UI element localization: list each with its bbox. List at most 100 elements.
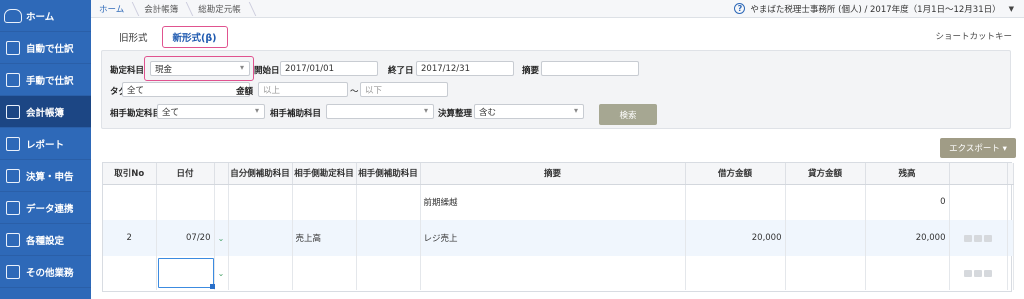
data-link-icon — [6, 200, 20, 215]
col-header-balance[interactable]: 残高 — [865, 163, 950, 185]
attach-icon[interactable] — [984, 269, 992, 277]
cell-credit[interactable] — [785, 220, 866, 256]
sidebar-item-label: 手動で仕訳 — [26, 75, 74, 87]
cell-memo[interactable] — [420, 256, 686, 290]
amount-max-placeholder: 以下 — [365, 85, 383, 96]
filter-panel: 勘定科目 現金 開始日 2017/01/01 終了日 2017/12/31 摘要… — [101, 50, 1011, 129]
chevron-down-icon[interactable]: ⌄ — [214, 220, 229, 256]
closing-select[interactable]: 含む — [474, 104, 584, 119]
amount-max-input[interactable]: 以下 — [360, 82, 448, 97]
end-date-label: 終了日 — [388, 66, 414, 76]
cell-own-sub[interactable] — [228, 220, 293, 256]
sidebar-item-auto-journal[interactable]: 自動で仕訳 — [0, 32, 91, 64]
col-header-memo[interactable]: 摘要 — [420, 163, 686, 185]
sidebar-item-home[interactable]: ホーム — [0, 0, 91, 32]
amount-min-input[interactable]: 以上 — [258, 82, 348, 97]
counter-account-select[interactable]: 全て — [157, 104, 265, 119]
top-bar: ホーム 会計帳簿 総勘定元帳 ? やまばた税理士事務所 (個人) / 2017年… — [91, 0, 1024, 18]
chevron-down-icon[interactable]: ⌄ — [214, 256, 229, 290]
org-menu[interactable]: ? やまばた税理士事務所 (個人) / 2017年度（1月1日〜12月31日） … — [734, 3, 1024, 15]
cell-debit — [685, 184, 786, 220]
sidebar-item-label: 自動で仕訳 — [26, 43, 74, 55]
cell-own-sub[interactable] — [228, 256, 293, 290]
table-row: 前期繰越 0 — [103, 184, 1014, 220]
amount-tilde: 〜 — [350, 87, 359, 97]
table-row-new[interactable]: ⌄ — [103, 256, 1014, 290]
document-icon — [6, 168, 20, 183]
cell-extra — [1007, 220, 1014, 256]
manual-journal-icon — [6, 72, 20, 87]
col-header-counter-sub[interactable]: 相手側補助科目 — [356, 163, 421, 185]
tab-new-format[interactable]: 新形式(β) — [161, 26, 228, 48]
col-header-debit[interactable]: 借方金額 — [685, 163, 786, 185]
tag-icon[interactable] — [974, 269, 982, 277]
sidebar-item-closing[interactable]: 決算・申告 — [0, 160, 91, 192]
export-button[interactable]: エクスポート ▾ — [940, 138, 1016, 158]
sidebar-item-data-link[interactable]: データ連携 — [0, 192, 91, 224]
cell-balance: 20,000 — [865, 220, 950, 256]
table-row[interactable]: 2 07/20 ⌄ 売上高 レジ売上 20,000 20,000 — [103, 220, 1014, 256]
start-date-input[interactable]: 2017/01/01 — [280, 61, 378, 76]
cell-no[interactable]: 2 — [103, 220, 157, 256]
col-header-no[interactable]: 取引No — [103, 163, 157, 185]
counter-sub-select[interactable] — [326, 104, 434, 119]
tag-select[interactable]: 全て — [122, 82, 250, 97]
cell-counter-account[interactable] — [292, 256, 357, 290]
copy-icon[interactable] — [964, 234, 972, 242]
counter-sub-label: 相手補助科目 — [270, 109, 322, 119]
copy-icon[interactable] — [964, 269, 972, 277]
col-header-date[interactable]: 日付 — [156, 163, 215, 185]
sidebar-item-label: その他業務 — [26, 267, 74, 279]
col-header-counter-account[interactable]: 相手側勘定科目 — [292, 163, 357, 185]
cell-credit[interactable] — [785, 256, 866, 290]
attach-icon[interactable] — [984, 234, 992, 242]
cell-counter-sub[interactable] — [356, 256, 421, 290]
sidebar-item-settings[interactable]: 各種設定 — [0, 224, 91, 256]
cell-date — [156, 184, 215, 220]
memo-input[interactable] — [541, 61, 639, 76]
cell-actions — [949, 184, 1008, 220]
breadcrumb-books[interactable]: 会計帳簿 — [136, 0, 190, 18]
closing-label: 決算整理 — [438, 109, 473, 119]
cell-counter-sub — [356, 184, 421, 220]
col-header-credit[interactable]: 貸方金額 — [785, 163, 866, 185]
col-header-own-sub[interactable]: 自分側補助科目 — [228, 163, 293, 185]
cell-no[interactable] — [103, 256, 157, 290]
sidebar-item-books[interactable]: 会計帳簿 — [0, 96, 91, 128]
help-icon[interactable]: ? — [734, 3, 746, 14]
start-date-label: 開始日 — [254, 66, 280, 76]
counter-account-label: 相手勘定科目 — [110, 109, 162, 119]
cell-date[interactable]: 07/20 — [156, 220, 215, 256]
sidebar-item-label: レポート — [26, 139, 65, 151]
list-icon — [6, 264, 20, 279]
cell-debit[interactable]: 20,000 — [685, 220, 786, 256]
cell-counter-account[interactable]: 売上高 — [292, 220, 357, 256]
search-button[interactable]: 検索 — [599, 104, 657, 125]
breadcrumb-ledger: 総勘定元帳 — [190, 0, 253, 18]
sidebar-item-other[interactable]: その他業務 — [0, 256, 91, 288]
cell-date[interactable] — [156, 256, 215, 290]
cell-debit[interactable] — [685, 256, 786, 290]
cell-own-sub — [228, 184, 293, 220]
shortcut-key-link[interactable]: ショートカットキー — [935, 30, 1012, 42]
breadcrumb-home[interactable]: ホーム — [91, 0, 136, 18]
chart-icon — [6, 136, 20, 151]
tab-old-format[interactable]: 旧形式 — [109, 26, 158, 48]
cell-counter-sub[interactable] — [356, 220, 421, 256]
org-name: やまばた税理士事務所 (個人) / 2017年度（1月1日〜12月31日） — [750, 4, 1001, 15]
end-date-input[interactable]: 2017/12/31 — [416, 61, 514, 76]
cell-memo[interactable]: レジ売上 — [420, 220, 686, 256]
auto-journal-icon — [6, 40, 20, 55]
sidebar-item-label: データ連携 — [26, 203, 74, 215]
sidebar-item-report[interactable]: レポート — [0, 128, 91, 160]
date-edit-input[interactable] — [157, 258, 215, 289]
row-actions — [949, 220, 1008, 256]
tag-icon[interactable] — [974, 234, 982, 242]
sidebar-item-label: 決算・申告 — [26, 171, 74, 183]
cell-balance — [865, 256, 950, 290]
cell-balance: 0 — [865, 184, 950, 220]
col-header-expand — [214, 163, 229, 185]
cell-credit — [785, 184, 866, 220]
cloud-mf-icon — [4, 8, 22, 23]
sidebar-item-manual-journal[interactable]: 手動で仕訳 — [0, 64, 91, 96]
